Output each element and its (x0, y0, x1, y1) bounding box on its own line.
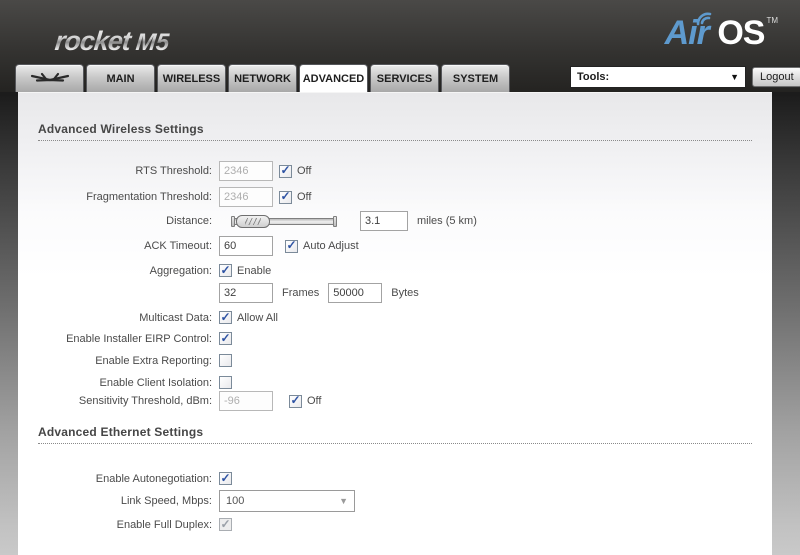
extra-reporting-checkbox[interactable] (219, 354, 232, 367)
rocket-logo-text: rocket (53, 26, 132, 56)
aggregation-label: Aggregation: (149, 264, 212, 277)
airos-signal-arcs-icon (696, 12, 711, 26)
fragmentation-off-checkbox[interactable]: ✓ (279, 190, 292, 204)
fragmentation-threshold-label: Fragmentation Threshold: (86, 191, 212, 203)
multicast-allow-all-checkbox[interactable]: ✓ (219, 311, 232, 324)
sensitivity-threshold-row: Sensitivity Threshold, dBm: ✓ Off (38, 391, 752, 411)
fragmentation-threshold-row: Fragmentation Threshold: ✓ Off (38, 187, 752, 207)
rts-off-checkbox[interactable]: ✓ (279, 164, 292, 178)
aggregation-bytes-input[interactable] (328, 283, 383, 303)
frames-label: Frames (282, 287, 320, 299)
content-panel: Advanced Wireless Settings RTS Threshold… (18, 92, 772, 555)
header: rocket M5 Air OS TM MAIN WIRELESS NETWOR… (0, 0, 800, 92)
sensitivity-threshold-input[interactable] (219, 391, 273, 411)
tab-system[interactable]: SYSTEM (441, 64, 510, 92)
rocket-m5-logo: rocket M5 (53, 26, 171, 57)
full-duplex-checkbox[interactable]: ✓ (219, 518, 232, 531)
rocket-model-text: M5 (134, 29, 171, 56)
distance-row: Distance: miles (5 km) (38, 211, 752, 231)
multicast-allow-all-checkbox-label: Allow All (237, 311, 278, 324)
wireless-section-title: Advanced Wireless Settings (38, 122, 752, 141)
tab-network[interactable]: NETWORK (228, 64, 297, 92)
rts-off-checkbox-label: Off (297, 165, 312, 177)
aggregation-values-row: Frames Bytes (38, 283, 752, 303)
tab-wireless[interactable]: WIRELESS (157, 64, 226, 92)
distance-suffix: miles (5 km) (417, 215, 477, 227)
ack-timeout-input[interactable] (219, 236, 273, 256)
link-speed-row: Link Speed, Mbps: 100 ▼ (38, 490, 752, 512)
tab-system-label: SYSTEM (452, 72, 499, 85)
airos-air-text: Air (665, 12, 718, 52)
autonegotiation-label: Enable Autonegotiation: (95, 472, 212, 485)
link-speed-selected-value: 100 (226, 495, 245, 507)
slider-handle[interactable] (236, 214, 270, 228)
tab-advanced[interactable]: ADVANCED (299, 64, 368, 92)
aggregation-enable-checkbox[interactable]: ✓ (219, 264, 232, 277)
ack-timeout-row: ACK Timeout: ✓ Auto Adjust (38, 236, 752, 256)
aggregation-enable-checkbox-label: Enable (237, 264, 272, 277)
rts-threshold-input[interactable] (219, 161, 273, 181)
eirp-control-row: Enable Installer EIRP Control: ✓ (38, 332, 752, 345)
autonegotiation-checkbox[interactable]: ✓ (219, 472, 232, 485)
tools-dropdown[interactable]: Tools: ▼ (570, 66, 746, 88)
tab-main-label: MAIN (106, 72, 135, 85)
auto-adjust-checkbox[interactable]: ✓ (285, 239, 298, 253)
rts-threshold-label: RTS Threshold: (135, 165, 212, 177)
distance-slider[interactable] (231, 214, 337, 229)
tab-services[interactable]: SERVICES (370, 64, 439, 92)
airos-page: rocket M5 Air OS TM MAIN WIRELESS NETWOR… (0, 0, 800, 555)
tab-main[interactable]: MAIN (86, 64, 155, 92)
logout-button-label: Logout (760, 71, 794, 83)
link-speed-label: Link Speed, Mbps: (120, 495, 212, 507)
tab-ubiquiti-logo[interactable] (15, 64, 84, 92)
sensitivity-threshold-label: Sensitivity Threshold, dBm: (78, 395, 212, 407)
full-duplex-row: Enable Full Duplex: ✓ (38, 518, 752, 531)
multicast-data-row: Multicast Data: ✓ Allow All (38, 311, 752, 324)
autonegotiation-row: Enable Autonegotiation: ✓ (38, 472, 752, 485)
full-duplex-label: Enable Full Duplex: (116, 518, 212, 531)
select-arrow-icon: ▼ (339, 496, 348, 506)
tab-advanced-label: ADVANCED (302, 72, 365, 85)
ethernet-section-title: Advanced Ethernet Settings (38, 425, 752, 444)
client-isolation-checkbox[interactable] (219, 376, 232, 389)
logout-button[interactable]: Logout (752, 67, 800, 87)
fragmentation-threshold-input[interactable] (219, 187, 273, 207)
dropdown-arrow-icon: ▼ (730, 72, 739, 82)
extra-reporting-label: Enable Extra Reporting: (95, 354, 212, 367)
airos-tm: TM (766, 16, 778, 25)
client-isolation-label: Enable Client Isolation: (99, 376, 212, 389)
eirp-control-checkbox[interactable]: ✓ (219, 332, 232, 345)
ack-timeout-label: ACK Timeout: (144, 240, 212, 252)
distance-label: Distance: (166, 215, 212, 227)
tab-network-label: NETWORK (234, 72, 291, 85)
bytes-label: Bytes (391, 287, 419, 299)
eirp-control-label: Enable Installer EIRP Control: (66, 332, 212, 345)
tab-bar: MAIN WIRELESS NETWORK ADVANCED SERVICES … (15, 64, 510, 92)
rts-threshold-row: RTS Threshold: ✓ Off (38, 161, 752, 181)
slider-right-cap (333, 215, 337, 227)
slider-handle-grip (245, 217, 261, 225)
sensitivity-off-checkbox[interactable]: ✓ (289, 394, 302, 408)
link-speed-select[interactable]: 100 ▼ (219, 490, 355, 512)
aggregation-frames-input[interactable] (219, 283, 273, 303)
aggregation-row: Aggregation: ✓ Enable (38, 264, 752, 277)
multicast-data-label: Multicast Data: (139, 311, 212, 324)
fragmentation-off-checkbox-label: Off (297, 191, 312, 203)
extra-reporting-row: Enable Extra Reporting: (38, 354, 752, 367)
airos-os-text: OS (717, 14, 765, 52)
auto-adjust-checkbox-label: Auto Adjust (303, 240, 359, 252)
distance-input[interactable] (360, 211, 408, 231)
airos-logo: Air OS TM (665, 12, 778, 53)
ubiquiti-antenna-icon (30, 72, 69, 82)
tab-services-label: SERVICES (376, 72, 433, 85)
tab-wireless-label: WIRELESS (162, 72, 221, 85)
sensitivity-off-checkbox-label: Off (307, 395, 322, 407)
tools-dropdown-label: Tools: (577, 71, 610, 83)
client-isolation-row: Enable Client Isolation: (38, 376, 752, 389)
